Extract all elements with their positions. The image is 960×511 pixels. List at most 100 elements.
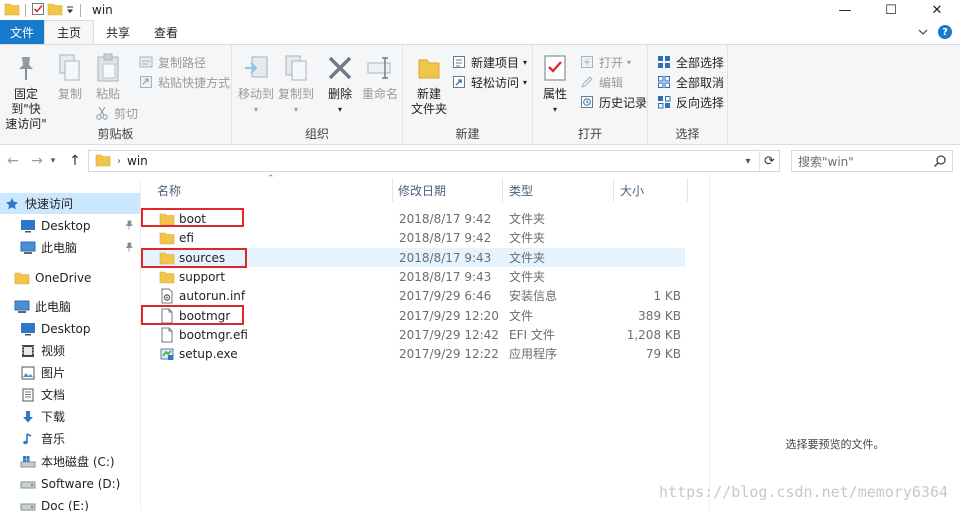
expand-ribbon-icon[interactable]: [918, 26, 928, 39]
new-item-button[interactable]: 新建项目 ▾: [451, 53, 527, 71]
move-to-button[interactable]: 移动到 ▾: [236, 51, 276, 117]
rename-button[interactable]: 重命名: [360, 51, 400, 102]
file-name[interactable]: bootmgr.efi: [179, 328, 248, 342]
properties-button[interactable]: 属性 ▾: [537, 51, 573, 117]
easy-access-button[interactable]: 轻松访问 ▾: [451, 73, 527, 91]
back-button[interactable]: ←: [2, 150, 24, 172]
file-name[interactable]: efi: [179, 231, 194, 245]
paste-button[interactable]: 粘贴: [90, 51, 126, 102]
forward-arrow-icon: →: [31, 153, 43, 169]
nav-videos[interactable]: 视频: [0, 340, 140, 361]
nav-pictures[interactable]: 图片: [0, 362, 140, 383]
table-row[interactable]: bootmgr.efi 2017/9/29 12:42 EFI 文件 1,208…: [141, 325, 685, 344]
folder-icon[interactable]: [4, 2, 20, 19]
file-name[interactable]: setup.exe: [179, 347, 238, 361]
table-row[interactable]: setup.exe 2017/9/29 12:22 应用程序 79 KB: [141, 344, 685, 363]
address-path[interactable]: win: [127, 154, 148, 168]
column-divider[interactable]: [502, 178, 503, 202]
column-divider[interactable]: [687, 178, 688, 202]
up-button[interactable]: ↑: [64, 150, 86, 172]
video-icon: [20, 343, 36, 359]
nav-qa-desktop[interactable]: Desktop: [0, 215, 140, 236]
chevron-right-icon[interactable]: ›: [117, 156, 121, 167]
tab-home[interactable]: 主页: [44, 20, 95, 44]
history-button[interactable]: 历史记录: [579, 93, 647, 111]
history-icon: [579, 94, 595, 110]
open-group-label: 打开: [577, 127, 602, 141]
table-row[interactable]: autorun.inf 2017/9/29 6:46 安装信息 1 KB: [141, 286, 685, 305]
new-folder-button[interactable]: 新建 文件夹: [407, 51, 451, 117]
paste-shortcut-button[interactable]: 粘贴快捷方式: [138, 73, 230, 91]
tab-share[interactable]: 共享: [94, 20, 142, 44]
nav-drive-e[interactable]: Doc (E:): [0, 495, 140, 511]
open-button[interactable]: 打开 ▾: [579, 53, 631, 71]
delete-button[interactable]: 删除 ▾: [320, 51, 360, 117]
pin-icon[interactable]: [124, 241, 134, 255]
computer-icon: [20, 240, 36, 256]
tab-view[interactable]: 查看: [142, 20, 190, 44]
maximize-button[interactable]: ☐: [868, 0, 914, 20]
close-button[interactable]: ✕: [914, 0, 960, 20]
new-group: 新建 文件夹 新建项目 ▾ 轻松访问 ▾ 新建: [403, 45, 533, 145]
properties-icon[interactable]: [31, 2, 45, 19]
edit-button[interactable]: 编辑: [579, 73, 623, 91]
column-divider[interactable]: [392, 178, 393, 202]
column-divider[interactable]: [613, 178, 614, 202]
file-size: 389 KB: [638, 308, 681, 323]
copy-button[interactable]: 复制: [52, 51, 88, 102]
nav-onedrive[interactable]: OneDrive: [0, 267, 140, 288]
address-bar[interactable]: › win ▾ ⟳: [88, 150, 780, 172]
customize-toolbar-icon[interactable]: [65, 2, 75, 19]
move-to-icon: [240, 51, 272, 85]
search-box[interactable]: 搜索"win": [791, 150, 953, 172]
invert-selection-button[interactable]: 反向选择: [656, 93, 724, 111]
tab-file[interactable]: 文件: [0, 20, 45, 44]
column-header-name[interactable]: 名称: [157, 180, 391, 200]
search-input[interactable]: 搜索"win": [798, 153, 854, 170]
table-row[interactable]: support 2018/8/17 9:43 文件夹: [141, 267, 685, 286]
column-header-size[interactable]: 大小: [620, 180, 686, 200]
forward-button[interactable]: →: [26, 150, 48, 172]
recent-locations-button[interactable]: ▾: [46, 150, 60, 172]
clipboard-group-label: 剪贴板: [97, 127, 134, 141]
download-arrow-icon: [20, 409, 36, 425]
pin-icon[interactable]: [124, 219, 134, 233]
nav-drive-c[interactable]: 本地磁盘 (C:): [0, 451, 140, 472]
computer-icon: [14, 299, 30, 315]
address-history-button[interactable]: ▾: [739, 151, 757, 171]
nav-quick-access[interactable]: 快速访问: [0, 193, 140, 214]
select-none-icon: [656, 74, 672, 90]
pin-to-quick-access-button[interactable]: 固定到"快 速访问": [0, 51, 52, 132]
nav-qa-this-pc[interactable]: 此电脑: [0, 237, 140, 258]
column-header-date[interactable]: 修改日期: [398, 180, 502, 200]
copy-to-button[interactable]: 复制到 ▾: [276, 51, 316, 117]
new-folder-icon[interactable]: [47, 2, 63, 19]
file-date: 2018/8/17 9:43: [399, 269, 492, 284]
ribbon-tabs: 文件 主页 共享 查看 ?: [0, 20, 960, 44]
help-icon[interactable]: ?: [938, 25, 952, 39]
refresh-button[interactable]: ⟳: [759, 151, 779, 171]
nav-documents[interactable]: 文档: [0, 384, 140, 405]
file-type: 应用程序: [509, 347, 558, 361]
nav-drive-d[interactable]: Software (D:): [0, 473, 140, 494]
select-none-button[interactable]: 全部取消: [656, 73, 724, 91]
select-all-button[interactable]: 全部选择: [656, 53, 724, 71]
file-type: 安装信息: [509, 289, 558, 303]
file-name[interactable]: autorun.inf: [179, 289, 245, 303]
nav-desktop[interactable]: Desktop: [0, 318, 140, 339]
file-name[interactable]: support: [179, 270, 225, 284]
nav-this-pc[interactable]: 此电脑: [0, 296, 140, 317]
table-row[interactable]: efi 2018/8/17 9:42 文件夹: [141, 228, 685, 247]
file-type: EFI 文件: [509, 328, 555, 342]
cut-button[interactable]: 剪切: [94, 104, 138, 122]
rename-icon: [364, 51, 396, 85]
minimize-button[interactable]: —: [822, 0, 868, 20]
search-icon[interactable]: [933, 154, 947, 171]
navigation-pane: 快速访问 Desktop 此电脑 OneDrive 此电脑 Desktop 视频…: [0, 180, 140, 511]
drive-icon: [20, 498, 36, 511]
nav-music[interactable]: 音乐: [0, 428, 140, 449]
nav-downloads[interactable]: 下载: [0, 406, 140, 427]
file-size: 1 KB: [653, 288, 681, 303]
copy-path-button[interactable]: 复制路径: [138, 53, 206, 71]
column-header-type[interactable]: 类型: [509, 180, 613, 200]
